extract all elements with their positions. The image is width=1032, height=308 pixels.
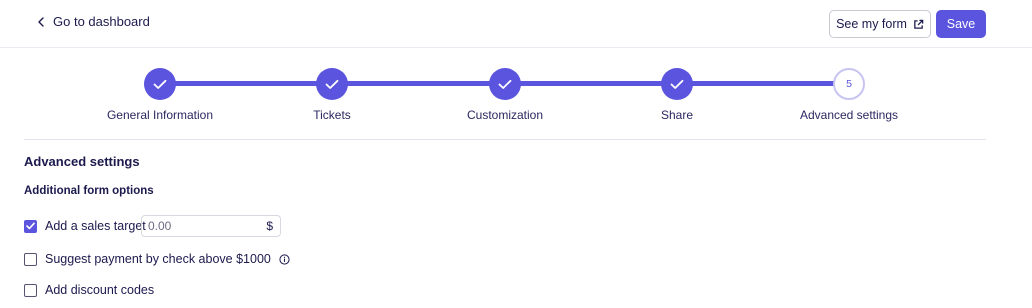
info-icon[interactable] bbox=[279, 253, 290, 265]
section-title: Advanced settings bbox=[24, 154, 140, 169]
see-my-form-button[interactable]: See my form bbox=[829, 10, 931, 38]
sales-target-label: Add a sales target bbox=[45, 219, 146, 233]
save-label: Save bbox=[946, 17, 976, 31]
currency-symbol: $ bbox=[266, 219, 273, 233]
step-label: Share bbox=[660, 108, 694, 122]
step-current-indicator: 5 bbox=[833, 68, 865, 100]
sales-target-checkbox[interactable] bbox=[24, 219, 37, 233]
see-my-form-label: See my form bbox=[836, 17, 907, 31]
discount-codes-option: Add discount codes bbox=[24, 283, 154, 297]
checkmark-icon bbox=[153, 79, 167, 89]
step-label: Advanced settings bbox=[799, 108, 899, 122]
section-subtitle: Additional form options bbox=[24, 185, 154, 197]
step-advanced-settings[interactable]: 5 Advanced settings bbox=[769, 68, 929, 122]
check-payment-label: Suggest payment by check above $1000 bbox=[45, 252, 271, 266]
checkmark-icon bbox=[325, 79, 339, 89]
step-complete-indicator bbox=[316, 68, 348, 100]
amount-placeholder: 0.00 bbox=[148, 219, 172, 233]
step-label: Customization bbox=[466, 108, 544, 122]
checkmark-icon bbox=[26, 222, 35, 230]
top-bar: Go to dashboard See my form Save bbox=[0, 0, 1032, 48]
external-link-icon bbox=[914, 19, 924, 29]
discount-codes-label: Add discount codes bbox=[45, 283, 155, 297]
step-customization[interactable]: Customization bbox=[425, 68, 585, 122]
check-payment-checkbox[interactable] bbox=[24, 252, 37, 266]
go-to-dashboard-label: Go to dashboard bbox=[53, 14, 150, 29]
discount-codes-checkbox[interactable] bbox=[24, 283, 37, 297]
save-button[interactable]: Save bbox=[936, 10, 986, 38]
go-to-dashboard-link[interactable]: Go to dashboard bbox=[38, 14, 150, 29]
sales-target-amount-input[interactable]: 0.00 $ bbox=[141, 215, 281, 237]
check-payment-option: Suggest payment by check above $1000 bbox=[24, 252, 290, 266]
step-share[interactable]: Share bbox=[597, 68, 757, 122]
step-complete-indicator bbox=[144, 68, 176, 100]
chevron-left-icon bbox=[38, 16, 44, 27]
step-general-information[interactable]: General Information bbox=[80, 68, 240, 122]
progress-stepper: General Information Tickets Customizatio… bbox=[0, 60, 1032, 130]
step-complete-indicator bbox=[489, 68, 521, 100]
step-complete-indicator bbox=[661, 68, 693, 100]
sales-target-option: Add a sales target bbox=[24, 219, 146, 233]
step-label: Tickets bbox=[313, 108, 351, 122]
checkmark-icon bbox=[498, 79, 512, 89]
checkmark-icon bbox=[670, 79, 684, 89]
step-tickets[interactable]: Tickets bbox=[252, 68, 412, 122]
step-label: General Information bbox=[106, 108, 214, 122]
section-divider bbox=[24, 139, 986, 140]
